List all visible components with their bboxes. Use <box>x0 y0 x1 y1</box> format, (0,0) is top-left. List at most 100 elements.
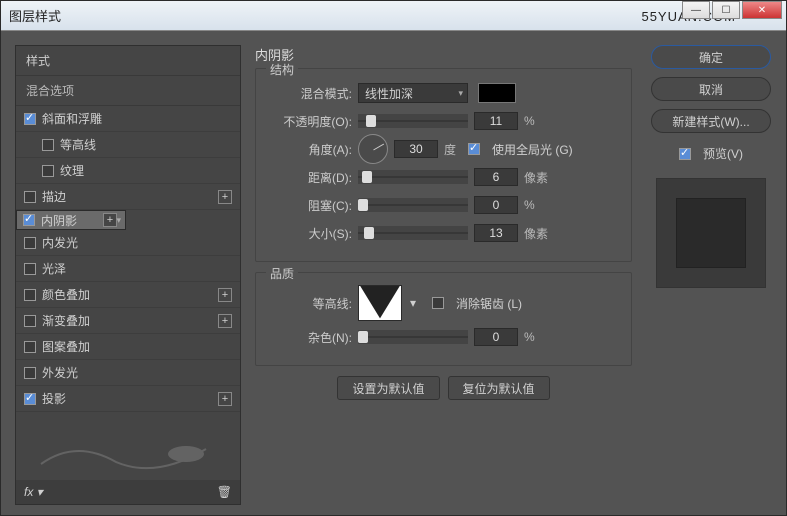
opacity-input[interactable]: 11 <box>474 112 518 130</box>
style-checkbox[interactable] <box>24 315 36 327</box>
make-default-button[interactable]: 设置为默认值 <box>337 376 439 400</box>
preview-label: 预览(V) <box>703 145 743 162</box>
style-item-2[interactable]: 纹理 <box>16 158 240 184</box>
style-checkbox[interactable] <box>23 214 35 226</box>
style-checkbox[interactable] <box>24 113 36 125</box>
style-checkbox[interactable] <box>24 393 36 405</box>
opacity-slider[interactable] <box>358 114 468 128</box>
angle-dial[interactable] <box>358 134 388 164</box>
panel-title: 内阴影 <box>255 45 632 64</box>
style-item-6[interactable]: 光泽 <box>16 256 240 282</box>
style-item-0[interactable]: 斜面和浮雕 <box>16 106 240 132</box>
settings-panel: 内阴影 结构 混合模式: 线性加深 不透明度(O): 11 % 角度(A): <box>255 45 632 505</box>
global-light-label: 使用全局光 (G) <box>492 141 573 158</box>
style-item-10[interactable]: 外发光 <box>16 360 240 386</box>
style-label: 外发光 <box>42 364 78 381</box>
slider-knob[interactable] <box>358 331 368 343</box>
style-checkbox[interactable] <box>24 367 36 379</box>
styles-footer: fx ▾ 🗑 <box>16 480 240 504</box>
blend-options-item[interactable]: 混合选项 <box>16 76 240 106</box>
global-light-checkbox[interactable] <box>468 143 480 155</box>
close-button[interactable]: ✕ <box>742 1 782 19</box>
quality-group: 品质 等高线: ▾ 消除锯齿 (L) 杂色(N): 0 % <box>255 272 632 366</box>
style-checkbox[interactable] <box>24 263 36 275</box>
size-label: 大小(S): <box>270 225 352 242</box>
choke-input[interactable]: 0 <box>474 196 518 214</box>
styles-header: 样式 <box>16 46 240 76</box>
style-item-11[interactable]: 投影 + <box>16 386 240 412</box>
add-icon[interactable]: + <box>103 213 117 227</box>
add-icon[interactable]: + <box>218 392 232 406</box>
noise-slider[interactable] <box>358 330 468 344</box>
styles-list: 样式 混合选项 斜面和浮雕等高线纹理描边+内阴影+ 内发光光泽颜色叠加+ 渐变叠加 +… <box>15 45 241 505</box>
contour-picker[interactable] <box>358 285 402 321</box>
blend-mode-select[interactable]: 线性加深 <box>358 83 468 103</box>
size-input[interactable]: 13 <box>474 224 518 242</box>
fx-icon[interactable]: fx ▾ <box>24 485 43 499</box>
opacity-label: 不透明度(O): <box>270 113 352 130</box>
titlebar[interactable]: 图层样式 55YUAN.COM — ☐ ✕ <box>1 1 786 31</box>
structure-label: 结构 <box>266 61 298 78</box>
add-icon[interactable]: + <box>218 314 232 328</box>
angle-input[interactable]: 30 <box>394 140 438 158</box>
noise-input[interactable]: 0 <box>474 328 518 346</box>
style-item-7[interactable]: 颜色叠加+ <box>16 282 240 308</box>
preview-checkbox[interactable] <box>679 148 691 160</box>
style-item-5[interactable]: 内发光 <box>16 230 240 256</box>
action-panel: 确定 取消 新建样式(W)... 预览(V) <box>646 45 776 505</box>
angle-unit: 度 <box>444 141 456 158</box>
contour-label: 等高线: <box>270 295 352 312</box>
slider-knob[interactable] <box>364 227 374 239</box>
preview-swatch <box>676 198 746 268</box>
new-style-button[interactable]: 新建样式(W)... <box>651 109 771 133</box>
chevron-down-icon[interactable]: ▾ <box>410 296 416 310</box>
style-checkbox[interactable] <box>24 289 36 301</box>
style-checkbox[interactable] <box>24 237 36 249</box>
style-checkbox[interactable] <box>42 165 54 177</box>
choke-unit: % <box>524 198 535 212</box>
preview-toggle[interactable]: 预览(V) <box>679 145 743 162</box>
style-checkbox[interactable] <box>42 139 54 151</box>
choke-slider[interactable] <box>358 198 468 212</box>
size-slider[interactable] <box>358 226 468 240</box>
preview-box <box>656 178 766 288</box>
noise-unit: % <box>524 330 535 344</box>
slider-knob[interactable] <box>362 171 372 183</box>
add-icon[interactable]: + <box>218 190 232 204</box>
structure-group: 结构 混合模式: 线性加深 不透明度(O): 11 % 角度(A): 30 度 <box>255 68 632 262</box>
color-swatch[interactable] <box>478 83 516 103</box>
style-item-1[interactable]: 等高线 <box>16 132 240 158</box>
minimize-button[interactable]: — <box>682 1 710 19</box>
style-item-8[interactable]: 渐变叠加 + <box>16 308 240 334</box>
style-checkbox[interactable] <box>24 191 36 203</box>
slider-knob[interactable] <box>358 199 368 211</box>
default-buttons: 设置为默认值 复位为默认值 <box>255 376 632 400</box>
slider-knob[interactable] <box>366 115 376 127</box>
style-label: 纹理 <box>60 162 84 179</box>
style-item-4[interactable]: 内阴影+ <box>16 210 126 230</box>
window-buttons: — ☐ ✕ <box>680 1 782 19</box>
layer-style-dialog: 图层样式 55YUAN.COM — ☐ ✕ 样式 混合选项 斜面和浮雕等高线纹理… <box>0 0 787 516</box>
maximize-button[interactable]: ☐ <box>712 1 740 19</box>
cancel-button[interactable]: 取消 <box>651 77 771 101</box>
style-item-3[interactable]: 描边+ <box>16 184 240 210</box>
distance-input[interactable]: 6 <box>474 168 518 186</box>
noise-label: 杂色(N): <box>270 329 352 346</box>
angle-label: 角度(A): <box>270 141 352 158</box>
style-label: 等高线 <box>60 136 96 153</box>
reset-default-button[interactable]: 复位为默认值 <box>448 376 550 400</box>
trash-icon[interactable]: 🗑 <box>217 485 232 499</box>
quality-label: 品质 <box>266 265 298 282</box>
style-label: 投影 <box>42 390 66 407</box>
style-label: 渐变叠加 <box>42 312 90 329</box>
add-icon[interactable]: + <box>218 288 232 302</box>
dialog-body: 样式 混合选项 斜面和浮雕等高线纹理描边+内阴影+内发光光泽颜色叠加+渐变叠加+… <box>1 31 786 515</box>
antialias-checkbox[interactable] <box>432 297 444 309</box>
style-label: 内发光 <box>42 234 78 251</box>
window-title: 图层样式 <box>9 6 61 25</box>
distance-slider[interactable] <box>358 170 468 184</box>
ok-button[interactable]: 确定 <box>651 45 771 69</box>
style-checkbox[interactable] <box>24 341 36 353</box>
antialias-label: 消除锯齿 (L) <box>456 295 522 312</box>
style-item-9[interactable]: 图案叠加 <box>16 334 240 360</box>
